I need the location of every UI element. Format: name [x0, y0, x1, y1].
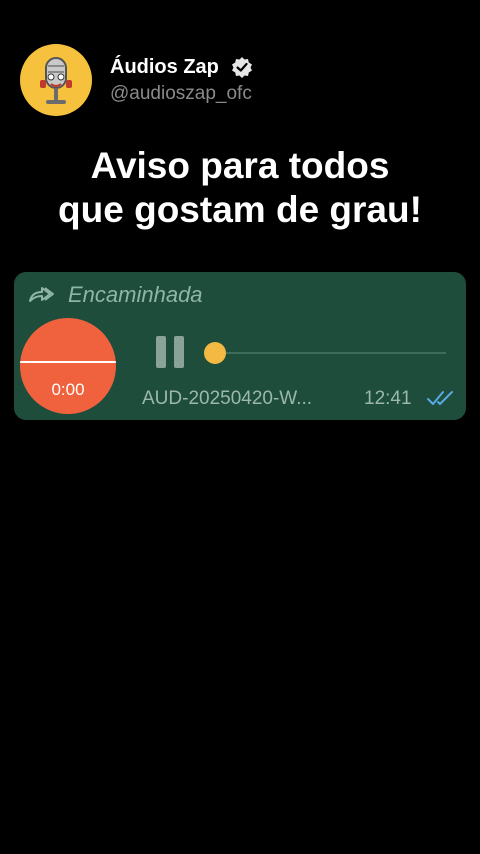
audio-seek-track[interactable]	[206, 352, 446, 354]
playback-time: 0:00	[51, 380, 85, 399]
forwarded-label: Encaminhada	[68, 282, 203, 307]
pause-icon-bar	[174, 336, 184, 368]
channel-name[interactable]: Áudios Zap	[110, 56, 219, 79]
channel-header: Áudios Zap @audioszap_ofc	[20, 44, 253, 116]
headline-line-2: que gostam de grau!	[58, 189, 422, 230]
channel-handle[interactable]: @audioszap_ofc	[110, 83, 253, 105]
pause-button[interactable]	[152, 334, 188, 370]
channel-avatar[interactable]	[20, 44, 92, 116]
pause-icon	[156, 336, 166, 368]
microphone-mascot-icon	[40, 57, 72, 104]
headline-line-1: Aviso para todos	[90, 145, 390, 186]
avatar-divider	[20, 361, 116, 363]
forwarded-indicator: Encaminhada	[28, 282, 203, 308]
verified-badge-icon	[231, 57, 252, 78]
audio-avatar-circle: 0:00	[20, 318, 116, 414]
audio-file-name: AUD-20250420-W...	[142, 388, 313, 409]
forward-icon	[29, 287, 54, 302]
headline: Aviso para todos que gostam de grau!	[0, 144, 480, 232]
audio-message-bubble[interactable]: Encaminhada 0:00 AUD-20250420-W... 12:41	[14, 272, 466, 420]
message-time: 12:41	[364, 388, 412, 409]
double-check-icon	[427, 391, 453, 405]
audio-seek-knob[interactable]	[204, 342, 226, 364]
